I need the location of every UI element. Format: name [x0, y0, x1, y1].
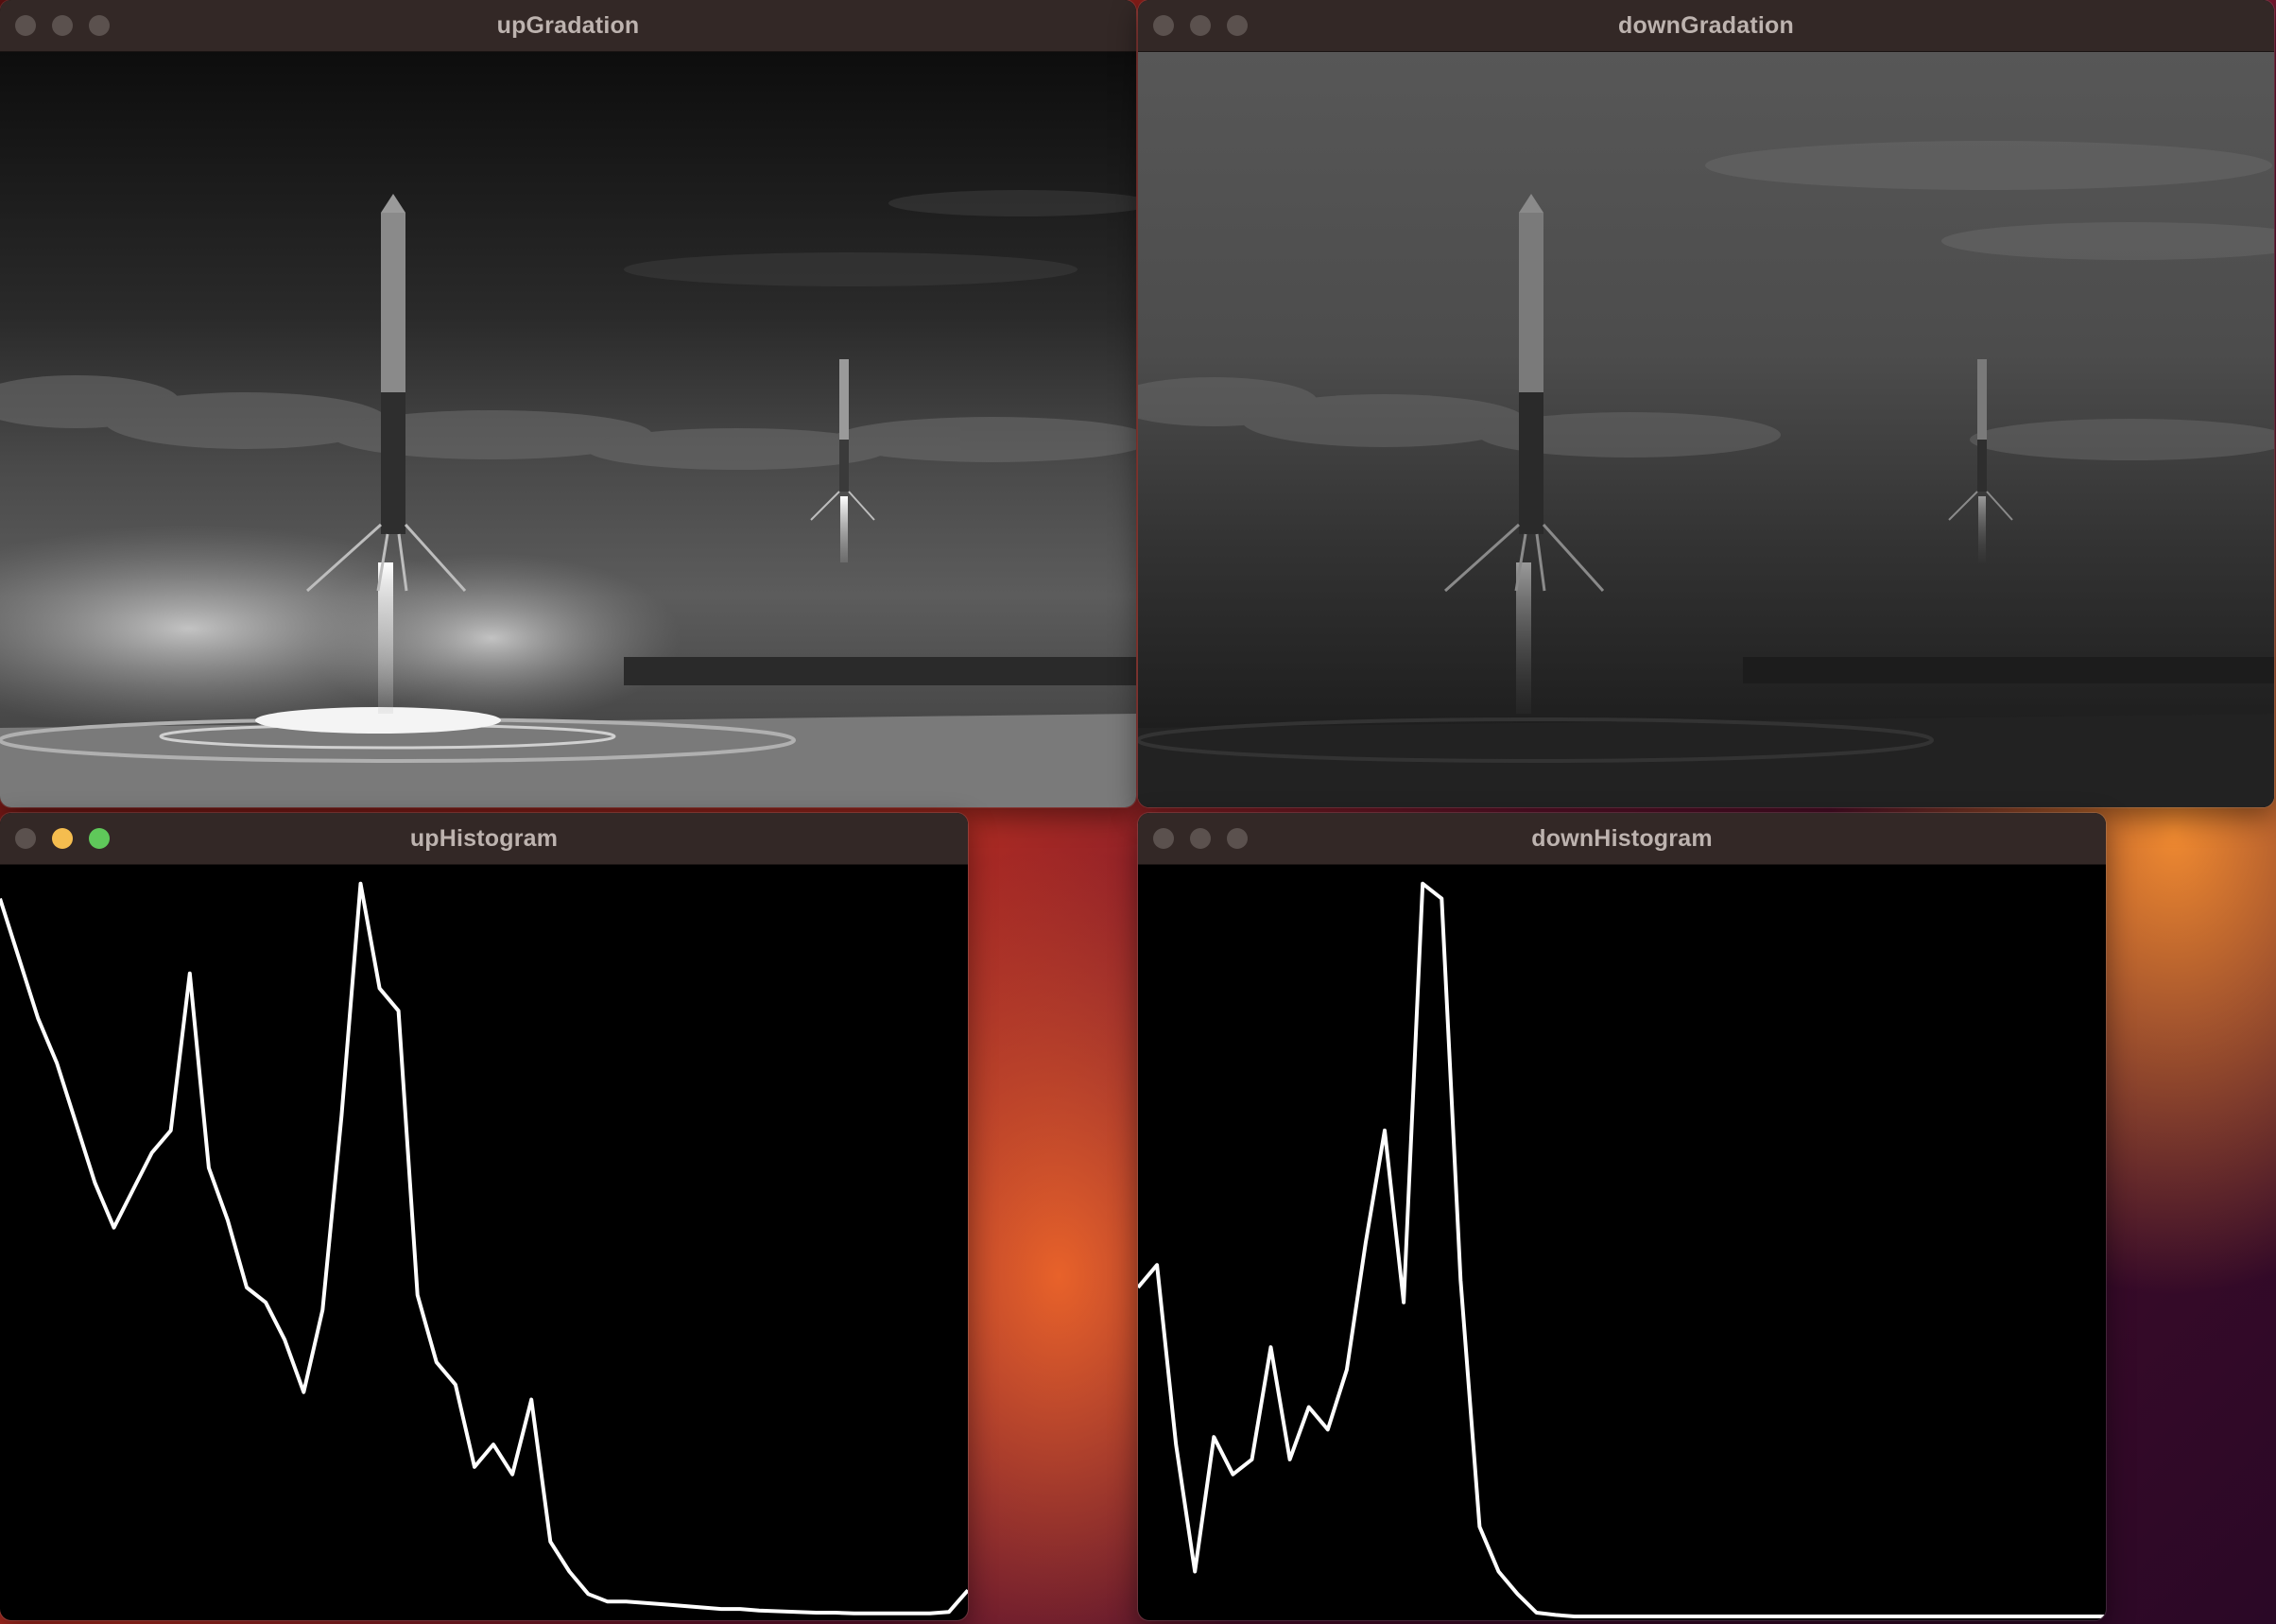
window-controls [15, 0, 110, 51]
down-histogram-titlebar[interactable]: downHistogram [1138, 813, 2106, 865]
maximize-button[interactable] [89, 828, 110, 849]
maximize-button[interactable] [89, 15, 110, 36]
up-histogram-chart [0, 881, 968, 1615]
down-gradation-image [1138, 52, 2274, 807]
close-button[interactable] [15, 15, 36, 36]
minimize-button[interactable] [1190, 828, 1211, 849]
histogram-series-line [1138, 881, 2106, 1618]
down-histogram-chart [1138, 881, 2106, 1618]
close-button[interactable] [15, 828, 36, 849]
window-title: upGradation [496, 11, 640, 39]
close-button[interactable] [1153, 15, 1174, 36]
maximize-button[interactable] [1227, 828, 1248, 849]
minimize-button[interactable] [52, 828, 73, 849]
window-title: downGradation [1618, 11, 1794, 39]
window-controls [1153, 813, 1248, 864]
up-histogram-window[interactable]: upHistogram [0, 813, 968, 1620]
down-gradation-window[interactable]: downGradation [1138, 0, 2274, 807]
down-histogram-window[interactable]: downHistogram [1138, 813, 2106, 1620]
up-gradation-window[interactable]: upGradation [0, 0, 1136, 807]
up-gradation-image [0, 52, 1136, 807]
minimize-button[interactable] [52, 15, 73, 36]
window-title: upHistogram [409, 824, 559, 852]
close-button[interactable] [1153, 828, 1174, 849]
down-histogram-plot [1138, 865, 2106, 1620]
histogram-series-line [0, 881, 968, 1615]
window-controls [1153, 0, 1248, 51]
up-gradation-titlebar[interactable]: upGradation [0, 0, 1136, 52]
up-histogram-titlebar[interactable]: upHistogram [0, 813, 968, 865]
window-controls [15, 813, 110, 864]
up-histogram-plot [0, 865, 968, 1620]
minimize-button[interactable] [1190, 15, 1211, 36]
maximize-button[interactable] [1227, 15, 1248, 36]
window-title: downHistogram [1531, 824, 1713, 852]
down-gradation-titlebar[interactable]: downGradation [1138, 0, 2274, 52]
